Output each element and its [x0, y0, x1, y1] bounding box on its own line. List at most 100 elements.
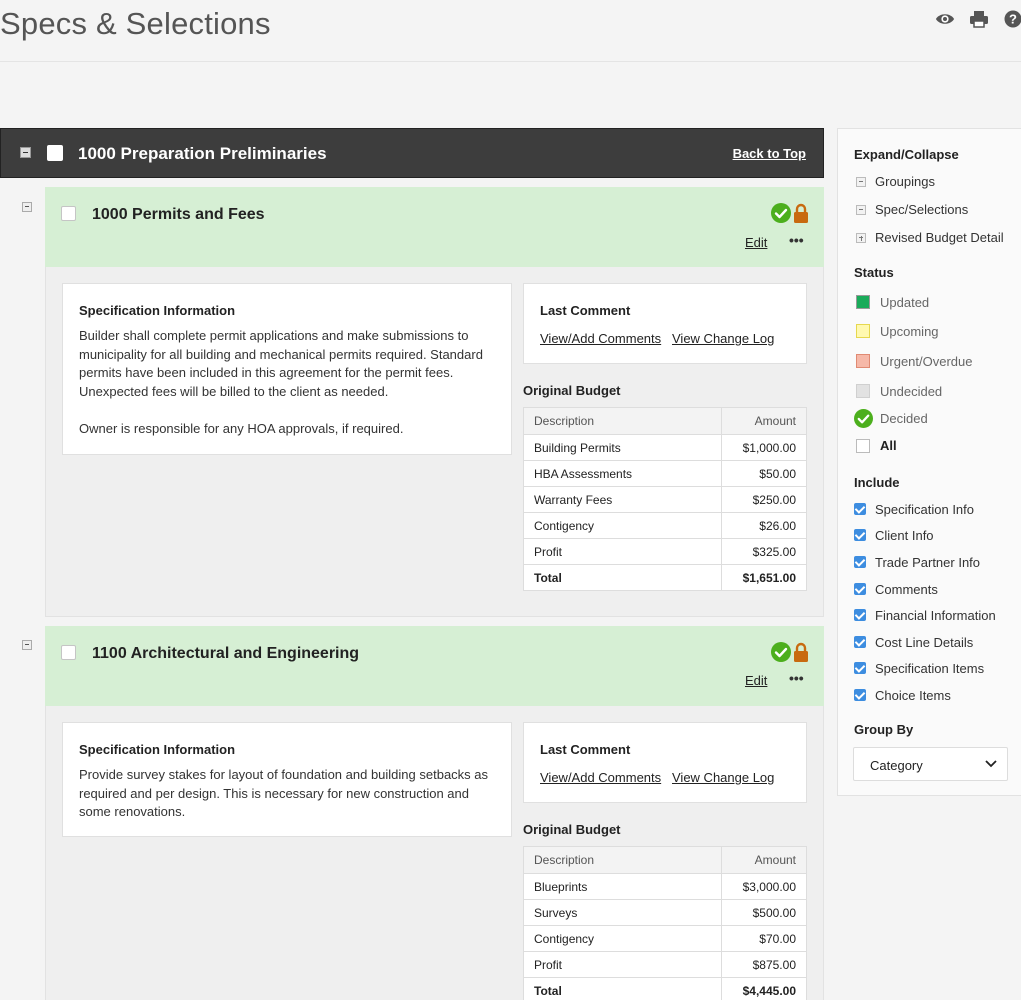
edit-link[interactable]: Edit [745, 235, 767, 250]
row-amount: $50.00 [721, 460, 807, 487]
decided-check-icon[interactable] [854, 409, 873, 428]
row-amount: $3,000.00 [721, 873, 807, 900]
status-swatch-updated[interactable] [856, 295, 870, 309]
include-checkbox[interactable] [854, 556, 866, 568]
column-header-amount: Amount [721, 846, 807, 874]
row-amount: $325.00 [721, 538, 807, 565]
item-title: 1100 Architectural and Engineering [92, 645, 360, 662]
help-icon[interactable]: ? [1003, 10, 1021, 28]
status-label-all[interactable]: All [880, 438, 897, 453]
view-change-log-link[interactable]: View Change Log [672, 770, 774, 785]
back-to-top-link[interactable]: Back to Top [733, 146, 806, 161]
column-header-description: Description [523, 407, 722, 435]
include-checkbox[interactable] [854, 609, 866, 621]
table-row: Surveys $500.00 [523, 899, 807, 926]
view-add-comments-link[interactable]: View/Add Comments [540, 331, 661, 346]
table-row: Building Permits $1,000.00 [523, 434, 807, 461]
comment-heading: Last Comment [540, 303, 631, 318]
row-description: HBA Assessments [523, 460, 722, 487]
page-title: Specs & Selections [0, 6, 271, 41]
comment-heading: Last Comment [540, 742, 631, 757]
more-options-icon[interactable]: ••• [789, 670, 804, 686]
total-label: Total [523, 977, 722, 1000]
specification-info-box: Specification Information Provide survey… [62, 722, 512, 837]
status-swatch-all[interactable] [856, 439, 870, 453]
row-amount: $1,000.00 [721, 434, 807, 461]
include-label[interactable]: Financial Information [875, 608, 996, 623]
chevron-down-icon [985, 760, 997, 768]
table-row: Profit $325.00 [523, 538, 807, 565]
status-heading: Status [854, 265, 894, 280]
include-label[interactable]: Cost Line Details [875, 635, 973, 650]
group-header: 1000 Preparation Preliminaries Back to T… [0, 128, 824, 178]
row-description: Contigency [523, 512, 722, 539]
status-label-undecided[interactable]: Undecided [880, 384, 942, 399]
budget-heading: Original Budget [523, 822, 621, 837]
edit-link[interactable]: Edit [745, 673, 767, 688]
status-swatch-undecided[interactable] [856, 384, 870, 398]
more-options-icon[interactable]: ••• [789, 232, 804, 248]
decided-check-icon [771, 642, 791, 662]
group-collapse-toggle[interactable] [20, 147, 31, 158]
status-label-updated[interactable]: Updated [880, 295, 929, 310]
include-label[interactable]: Comments [875, 582, 938, 597]
row-description: Surveys [523, 899, 722, 926]
include-checkbox[interactable] [854, 689, 866, 701]
item-checkbox[interactable] [61, 206, 76, 221]
lock-icon [794, 203, 808, 223]
group-checkbox[interactable] [47, 145, 63, 161]
expand-option-revised-budget[interactable]: Revised Budget Detail [875, 230, 1004, 245]
view-add-comments-link[interactable]: View/Add Comments [540, 770, 661, 785]
include-label[interactable]: Specification Info [875, 502, 974, 517]
include-checkbox[interactable] [854, 503, 866, 515]
expand-option-spec-selections[interactable]: Spec/Selections [875, 202, 968, 217]
group-by-value: Category [870, 758, 923, 773]
include-checkbox[interactable] [854, 662, 866, 674]
table-total-row: Total $4,445.00 [523, 977, 807, 1000]
table-header-row: Description Amount [523, 407, 807, 435]
eye-icon[interactable] [935, 10, 955, 28]
include-checkbox[interactable] [854, 529, 866, 541]
status-swatch-upcoming[interactable] [856, 324, 870, 338]
item-collapse-toggle[interactable] [22, 202, 32, 212]
column-header-description: Description [523, 846, 722, 874]
include-checkbox[interactable] [854, 583, 866, 595]
row-description: Profit [523, 538, 722, 565]
status-label-upcoming[interactable]: Upcoming [880, 324, 939, 339]
last-comment-box: Last Comment View/Add Comments View Chan… [523, 283, 807, 364]
item-title: 1000 Permits and Fees [92, 206, 265, 223]
include-checkbox[interactable] [854, 636, 866, 648]
expand-icon[interactable] [856, 233, 866, 243]
include-label[interactable]: Client Info [875, 528, 934, 543]
group-by-select[interactable]: Category [853, 747, 1008, 781]
row-amount: $500.00 [721, 899, 807, 926]
table-row: Contigency $70.00 [523, 925, 807, 952]
table-row: Contigency $26.00 [523, 512, 807, 539]
status-label-decided[interactable]: Decided [880, 411, 928, 426]
include-label[interactable]: Choice Items [875, 688, 951, 703]
table-row: Profit $875.00 [523, 951, 807, 978]
include-label[interactable]: Trade Partner Info [875, 555, 980, 570]
view-change-log-link[interactable]: View Change Log [672, 331, 774, 346]
spec-text: Owner is responsible for any HOA approva… [79, 420, 404, 436]
spec-text: Builder shall complete permit applicatio… [79, 328, 483, 399]
row-description: Warranty Fees [523, 486, 722, 513]
collapse-icon[interactable] [856, 177, 866, 187]
status-label-urgent[interactable]: Urgent/Overdue [880, 354, 973, 369]
item-header: 1000 Permits and Fees Edit ••• [45, 187, 824, 267]
budget-heading: Original Budget [523, 383, 621, 398]
collapse-icon[interactable] [856, 205, 866, 215]
item-checkbox[interactable] [61, 645, 76, 660]
table-row: Warranty Fees $250.00 [523, 486, 807, 513]
status-swatch-urgent[interactable] [856, 354, 870, 368]
printer-icon[interactable] [969, 10, 989, 28]
include-label[interactable]: Specification Items [875, 661, 984, 676]
total-label: Total [523, 564, 722, 591]
include-heading: Include [854, 475, 900, 490]
expand-option-groupings[interactable]: Groupings [875, 174, 935, 189]
group-title: 1000 Preparation Preliminaries [78, 144, 327, 163]
item-collapse-toggle[interactable] [22, 640, 32, 650]
filter-sidebar: Expand/Collapse Groupings Spec/Selection… [837, 128, 1021, 796]
total-amount: $1,651.00 [721, 564, 807, 591]
expand-collapse-heading: Expand/Collapse [854, 147, 959, 162]
